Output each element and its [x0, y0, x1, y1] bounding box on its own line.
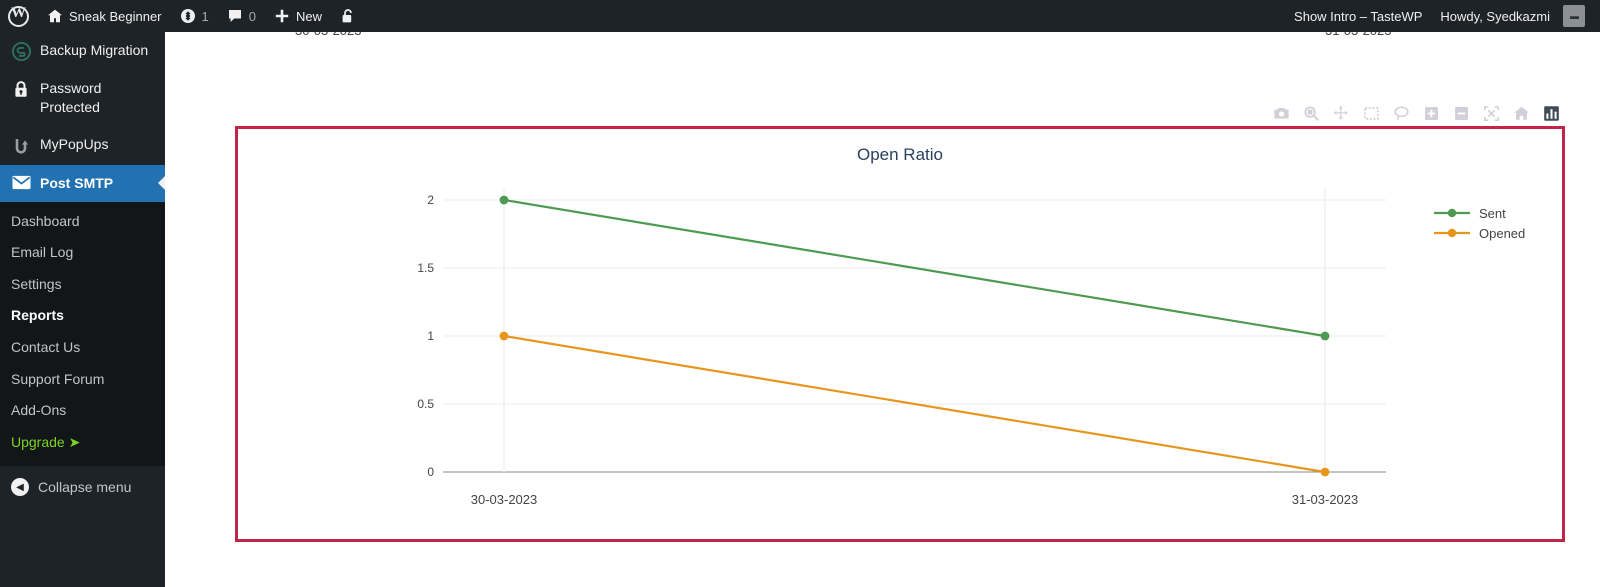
- sidebar-item-post-smtp[interactable]: Post SMTP: [0, 164, 165, 202]
- updates-count: 1: [201, 8, 209, 24]
- arrow-right-icon: ➤: [68, 433, 81, 450]
- site-name-menu[interactable]: Sneak Beginner: [38, 0, 171, 32]
- submenu-item-contact-us[interactable]: Contact Us: [0, 332, 165, 364]
- chart-legend: Sent Opened: [1434, 206, 1525, 241]
- mypopups-icon: [11, 135, 31, 156]
- submenu-item-label: Upgrade: [11, 433, 65, 450]
- wordpress-logo-menu[interactable]: [0, 0, 38, 32]
- open-ratio-line-chart: 0 0.5 1 1.5 2 30-03-2023 31-03-2023 Sent Open…: [417, 189, 1525, 507]
- comment-bubble-icon: [227, 8, 243, 24]
- submenu-item-upgrade[interactable]: Upgrade ➤: [0, 427, 165, 459]
- data-point: [499, 331, 509, 341]
- sidebar-item-mypopups[interactable]: MyPopUps: [0, 126, 165, 165]
- admin-sidebar-menu: Backup Migration Password Protected MyPo…: [0, 32, 165, 587]
- updates-icon: [180, 8, 196, 24]
- submenu-item-support-forum[interactable]: Support Forum: [0, 364, 165, 396]
- legend-item-sent[interactable]: Sent: [1434, 206, 1506, 221]
- show-intro-label: Show Intro – TasteWP: [1294, 8, 1423, 24]
- new-content-menu[interactable]: New: [265, 0, 331, 32]
- show-intro-menu[interactable]: Show Intro – TasteWP: [1285, 0, 1431, 32]
- sidebar-item-label: Post SMTP: [40, 174, 114, 191]
- autoscale-icon[interactable]: [1480, 102, 1502, 124]
- howdy-label: Howdy, Syedkazmi: [1440, 8, 1550, 24]
- unlock-icon: [340, 8, 356, 25]
- open-ratio-chart-frame: Open Ratio 0 0.5 1 1.5 2 30-03-2023 31-03-202…: [235, 126, 1565, 542]
- password-protected-status[interactable]: [331, 0, 365, 32]
- reset-axes-home-icon[interactable]: [1510, 102, 1532, 124]
- chart-y-tick-labels: 0 0.5 1 1.5 2: [417, 193, 434, 479]
- chevron-left-icon: ◀: [11, 478, 29, 497]
- new-label: New: [295, 8, 322, 24]
- updates-menu[interactable]: 1: [171, 0, 218, 32]
- lasso-select-icon[interactable]: [1390, 102, 1412, 124]
- legend-label-sent: Sent: [1479, 206, 1506, 221]
- plus-icon: [274, 8, 290, 24]
- data-point: [1320, 331, 1330, 341]
- chart-x-tick: 30-03-2023: [471, 492, 538, 507]
- sidebar-item-backup-migration[interactable]: Backup Migration: [0, 32, 165, 70]
- collapse-menu-button[interactable]: ◀ Collapse menu: [0, 466, 165, 507]
- wordpress-logo-icon: [8, 5, 29, 27]
- sidebar-item-label: Backup Migration: [40, 42, 149, 58]
- data-point: [499, 195, 509, 205]
- avatar: ▬: [1563, 5, 1585, 27]
- backup-migration-icon: [11, 41, 31, 61]
- chart-gridlines: [443, 199, 1386, 473]
- previous-chart-xtick-left: 30-03-2023: [295, 32, 362, 38]
- sidebar-item-label: Password Protected: [40, 80, 102, 115]
- zoom-icon[interactable]: [1300, 102, 1322, 124]
- box-select-icon[interactable]: [1360, 102, 1382, 124]
- chart-y-tick: 0: [427, 465, 434, 479]
- camera-icon[interactable]: [1270, 102, 1292, 124]
- submenu-item-settings[interactable]: Settings: [0, 269, 165, 301]
- post-smtp-submenu: Dashboard Email Log Settings Reports Con…: [0, 201, 165, 467]
- envelope-icon: [11, 174, 31, 190]
- sidebar-item-label: MyPopUps: [40, 135, 109, 152]
- comments-menu[interactable]: 0: [218, 0, 265, 32]
- submenu-item-dashboard[interactable]: Dashboard: [0, 206, 165, 238]
- previous-chart-xtick-right: 31-03-2023: [1325, 32, 1392, 38]
- zoom-in-icon[interactable]: [1420, 102, 1442, 124]
- chart-spike-lines: [503, 189, 1326, 472]
- legend-label-opened: Opened: [1479, 226, 1525, 241]
- reports-content-area: 30-03-2023 31-03-2023: [165, 32, 1600, 587]
- sidebar-item-password-protected[interactable]: Password Protected: [0, 70, 165, 126]
- chart-x-tick-labels: 30-03-2023 31-03-2023: [471, 492, 1359, 507]
- chart-x-tick: 31-03-2023: [1292, 492, 1359, 507]
- lock-icon: [11, 79, 31, 99]
- toggle-spikelines-icon[interactable]: [1540, 102, 1562, 124]
- site-name-label: Sneak Beginner: [69, 8, 162, 24]
- submenu-item-reports[interactable]: Reports: [0, 300, 165, 332]
- submenu-item-add-ons[interactable]: Add-Ons: [0, 395, 165, 427]
- pan-icon[interactable]: [1330, 102, 1352, 124]
- collapse-menu-label: Collapse menu: [38, 479, 132, 496]
- comments-count: 0: [248, 8, 256, 24]
- submenu-item-email-log[interactable]: Email Log: [0, 237, 165, 269]
- zoom-out-icon[interactable]: [1450, 102, 1472, 124]
- chart-y-tick: 2: [427, 193, 434, 207]
- legend-item-opened[interactable]: Opened: [1434, 226, 1525, 241]
- chart-y-tick: 0.5: [417, 397, 434, 411]
- home-icon: [47, 8, 63, 24]
- data-point: [1320, 467, 1330, 477]
- plotly-modebar: [1270, 102, 1562, 124]
- admin-bar: Sneak Beginner 1 0 New Show: [0, 0, 1600, 32]
- my-account-menu[interactable]: Howdy, Syedkazmi ▬: [1431, 0, 1594, 32]
- chart-y-tick: 1.5: [417, 261, 434, 275]
- chart-y-tick: 1: [427, 329, 434, 343]
